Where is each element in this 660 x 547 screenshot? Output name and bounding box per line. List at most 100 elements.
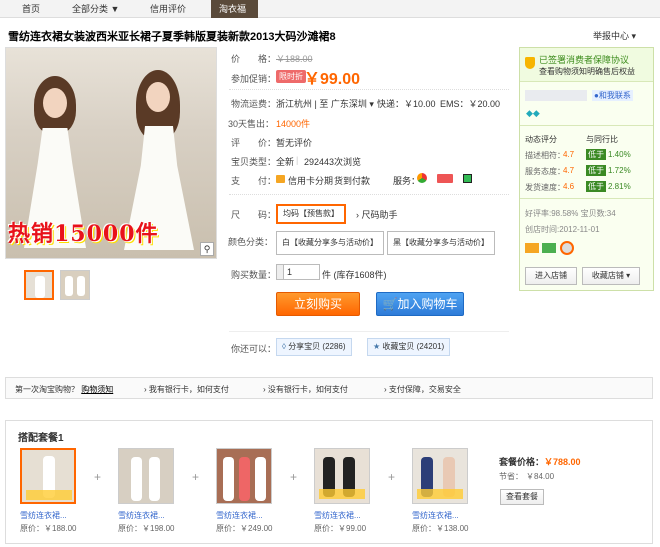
service-icon-1[interactable] xyxy=(417,173,427,183)
item-type-label: 宝贝类型： xyxy=(231,157,277,167)
model-face-right xyxy=(146,82,170,112)
service-icon-3[interactable] xyxy=(463,174,472,183)
installment-link[interactable]: 信用卡分期 xyxy=(288,174,333,187)
good-rate: 好评率:98.58% 宝贝数:34 xyxy=(525,209,616,218)
quantity-decrease[interactable] xyxy=(276,264,284,280)
guide-link-2[interactable]: › 没有银行卡，如何支付 xyxy=(263,384,348,395)
nav-credit-rating[interactable]: 信用评价 xyxy=(150,0,186,18)
view-package-button[interactable]: 查看套餐 xyxy=(500,489,544,505)
package-item-price-3: 原价：￥249.00 xyxy=(216,524,273,533)
rating-service-badge: 低于 xyxy=(586,165,606,176)
product-title: 雪纺连衣裙女装波西米亚长裙子夏季韩版夏装新款2013大码沙滩裙8 xyxy=(8,31,336,43)
rating-service-score: 4.7 xyxy=(563,166,575,175)
contact-seller-button[interactable]: ●和我联系 xyxy=(592,90,633,101)
rating-service-label: 服务态度： xyxy=(525,167,565,176)
guide-link-3[interactable]: › 支付保障，交易安全 xyxy=(384,384,461,395)
divider xyxy=(520,198,653,199)
quantity-label: 购买数量： xyxy=(231,270,277,280)
favorite-shop-button[interactable]: 收藏店铺 ▾ xyxy=(582,267,640,285)
thumbnail-2[interactable] xyxy=(60,270,90,300)
nav-home[interactable]: 首页 xyxy=(22,0,40,18)
service-icon-2[interactable] xyxy=(437,174,453,183)
plus-icon: + xyxy=(192,470,200,484)
view-count: 292443次浏览 xyxy=(304,157,362,167)
package-save: ￥84.00 xyxy=(526,472,555,481)
guide-text-1: 我有银行卡，如何支付 xyxy=(148,385,229,394)
color-option-black[interactable]: 黑【收藏分享多与活动价】 xyxy=(387,231,495,255)
add-to-cart-button[interactable]: 🛒加入购物车 xyxy=(376,292,464,316)
zoom-icon[interactable]: ⚲ xyxy=(200,242,214,256)
rating-ship-label: 发货速度： xyxy=(525,183,565,192)
rating-ship-score: 4.6 xyxy=(563,182,575,191)
package-item-image-3[interactable] xyxy=(216,448,272,504)
quantity-input[interactable]: 1 xyxy=(284,264,320,280)
package-item-image-4[interactable] xyxy=(314,448,370,504)
package-price: ￥788.00 xyxy=(544,457,581,467)
thumbnail-1[interactable] xyxy=(24,270,54,300)
plus-icon: + xyxy=(290,470,298,484)
package-item-name-1[interactable]: 雪纺连衣裙... xyxy=(20,510,67,521)
rating-desc-score: 4.7 xyxy=(563,150,575,159)
share-button[interactable]: ◊ 分享宝贝 (2286) xyxy=(276,338,352,356)
color-label: 颜色分类： xyxy=(228,237,274,247)
promo-label: 参加促销： xyxy=(231,74,277,84)
size-helper-text: 尺码助手 xyxy=(361,210,398,220)
size-helper-link[interactable]: › 尺码助手 xyxy=(356,208,398,221)
guide-link-1[interactable]: › 我有银行卡，如何支付 xyxy=(144,384,229,395)
diamond-icon: ◆◆ xyxy=(526,108,540,118)
package-item-name-4[interactable]: 雪纺连衣裙... xyxy=(314,510,361,521)
package-item-name-2[interactable]: 雪纺连衣裙... xyxy=(118,510,165,521)
purchase-notice-text[interactable]: 查看购物须知明确售后权益 xyxy=(539,67,635,76)
buy-now-button[interactable]: 立刻购买 xyxy=(276,292,360,316)
price-label: 价 格： xyxy=(231,54,277,64)
plus-icon: + xyxy=(94,470,102,484)
separator: | xyxy=(296,155,299,165)
package-item-image-5[interactable] xyxy=(412,448,468,504)
shipping-route[interactable]: 浙江杭州 | 至 广东深圳 ▾ xyxy=(276,97,374,110)
enter-shop-button[interactable]: 进入店铺 xyxy=(525,267,577,285)
share-icon: ◊ xyxy=(282,342,286,351)
cart-icon: 🛒 xyxy=(382,297,398,311)
package-save-label: 节省： xyxy=(499,472,523,481)
package-item-image-1[interactable] xyxy=(20,448,76,504)
main-product-image[interactable]: 热销15000件 ⚲ xyxy=(5,47,217,259)
package-item-name-5[interactable]: 雪纺连衣裙... xyxy=(412,510,459,521)
size-option-selected[interactable]: 均码【预售款】 xyxy=(276,204,346,224)
combo-package: 搭配套餐1 + + + + 雪纺连衣裙... 原价：￥188.00 雪纺连衣裙.… xyxy=(5,420,653,544)
seller-name[interactable] xyxy=(525,90,587,101)
report-center-link[interactable]: 举报中心 ▾ xyxy=(593,29,636,42)
badge-icon xyxy=(560,241,574,255)
favorite-button[interactable]: ★ 收藏宝贝 (24201) xyxy=(367,338,451,356)
package-item-image-2[interactable] xyxy=(118,448,174,504)
contact-label: 和我联系 xyxy=(598,91,631,100)
review-label: 评 价： xyxy=(231,138,277,148)
rating-desc-badge: 低于 xyxy=(586,149,606,160)
stock-info: 件 (库存1608件) xyxy=(322,270,387,280)
divider xyxy=(229,194,509,195)
package-item-price-4: 原价：￥99.00 xyxy=(314,524,367,533)
cod-link[interactable]: 货到付款 xyxy=(334,174,370,187)
credit-card-icon xyxy=(525,243,539,253)
ems-fee: EMS：￥20.00 xyxy=(440,99,501,109)
nav-all-categories[interactable]: 全部分类 ▼ xyxy=(72,0,119,18)
color-option-white[interactable]: 白【收藏分享多与活动价】 xyxy=(276,231,384,255)
top-nav: 首页 全部分类 ▼ 信用评价 淘衣福 xyxy=(0,0,660,18)
compare-title: 与同行比 xyxy=(586,135,618,144)
package-title: 搭配套餐1 xyxy=(18,433,64,444)
divider xyxy=(229,89,509,90)
purchase-notice-link[interactable]: 购物须知 xyxy=(81,385,113,394)
nav-shop-name[interactable]: 淘衣福 xyxy=(211,0,258,18)
bestseller-banner: 热销15000件 xyxy=(8,221,159,247)
rating-desc-label: 描述相符： xyxy=(525,151,565,160)
rating-ship-pct: 2.81% xyxy=(608,182,631,191)
package-item-name-3[interactable]: 雪纺连衣裙... xyxy=(216,510,263,521)
shipping-label: 物流运费： xyxy=(231,99,277,109)
model-face-left xyxy=(43,88,67,118)
plus-icon: + xyxy=(388,470,396,484)
sales-label: 30天售出： xyxy=(228,119,275,129)
express-fee: 快递：￥10.00 xyxy=(377,99,436,109)
rating-ship-badge: 低于 xyxy=(586,181,606,192)
share-button-label: 分享宝贝 (2286) xyxy=(288,342,346,351)
guide-text-2: 没有银行卡，如何支付 xyxy=(267,385,348,394)
service-label: 服务： xyxy=(393,176,421,186)
